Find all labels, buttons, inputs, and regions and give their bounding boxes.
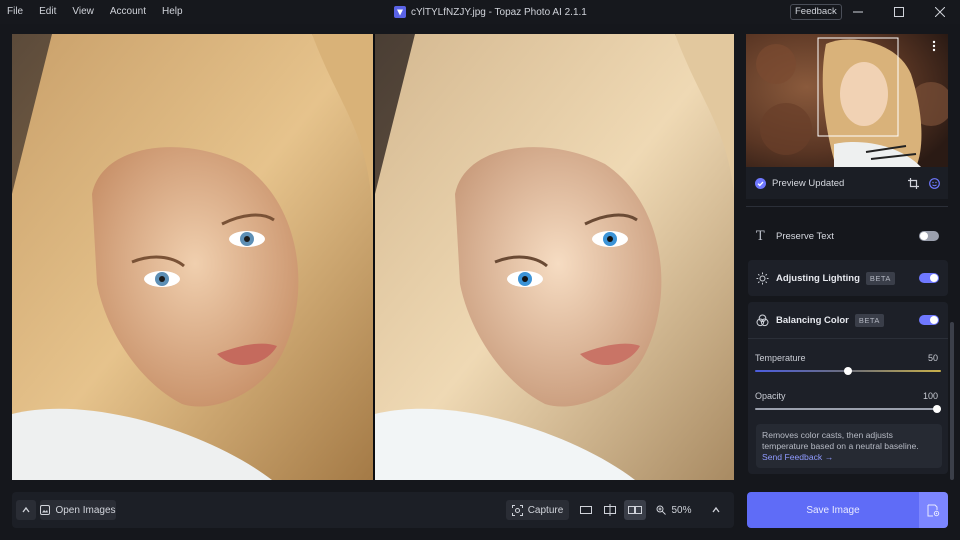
single-view-button[interactable] <box>576 500 596 520</box>
menu-file[interactable]: File <box>0 0 31 24</box>
preserve-text-row: T Preserve Text <box>748 218 948 254</box>
zoom-level: 50% <box>671 504 692 516</box>
single-view-icon <box>580 506 592 514</box>
close-button[interactable] <box>922 0 958 24</box>
menu-edit[interactable]: Edit <box>31 0 64 24</box>
right-panel: Preview Updated T Preserve Text Adjustin… <box>746 34 948 480</box>
save-image-button[interactable]: Save Image <box>747 492 919 528</box>
topaz-logo-icon <box>394 6 406 18</box>
capture-label: Capture <box>527 504 564 516</box>
sun-icon <box>756 272 769 284</box>
menu-account[interactable]: Account <box>102 0 154 24</box>
section-divider <box>746 206 948 207</box>
maximize-button[interactable] <box>881 0 917 24</box>
card-divider <box>748 338 948 339</box>
balance-beta-badge: BETA <box>854 313 884 327</box>
open-images-button[interactable]: Open Images <box>40 500 116 520</box>
preserve-text-label: Preserve Text <box>776 230 834 242</box>
opacity-slider-thumb[interactable] <box>933 405 941 413</box>
send-feedback-link[interactable]: Send Feedback → <box>762 452 936 463</box>
capture-icon <box>511 504 523 516</box>
split-view-button[interactable] <box>600 500 620 520</box>
enhanced-image <box>375 34 734 480</box>
close-icon <box>935 7 945 17</box>
collapse-button[interactable] <box>16 500 36 520</box>
temperature-label: Temperature <box>755 353 806 363</box>
face-icon[interactable] <box>929 177 940 189</box>
balancing-color-card: Balancing Color BETA Temperature 50 Opac… <box>748 302 948 474</box>
text-icon: T <box>756 228 765 244</box>
split-view-icon <box>604 504 616 516</box>
menu-help[interactable]: Help <box>154 0 191 24</box>
opacity-slider-track[interactable] <box>755 408 941 410</box>
title-bar: File Edit View Account Help cYlTYLfNZJY.… <box>0 0 960 24</box>
color-balance-icon <box>756 314 769 326</box>
preserve-text-toggle[interactable] <box>919 231 939 241</box>
export-settings-icon <box>927 504 940 516</box>
chevron-up-icon <box>712 506 720 513</box>
lighting-beta-badge: BETA <box>865 271 895 285</box>
menu-bar: File Edit View Account Help <box>0 0 191 24</box>
window-title-text: cYlTYLfNZJY.jpg - Topaz Photo AI 2.1.1 <box>411 6 587 18</box>
window-title: cYlTYLfNZJY.jpg - Topaz Photo AI 2.1.1 <box>394 0 587 24</box>
capture-button[interactable]: Capture <box>506 500 569 520</box>
preview-status-text: Preview Updated <box>772 177 845 189</box>
original-image <box>12 34 373 480</box>
zoom-icon <box>656 505 667 515</box>
zoom-menu-button[interactable] <box>706 500 726 520</box>
info-box: Removes color casts, then adjusts temper… <box>756 424 942 468</box>
minimize-icon <box>853 11 863 13</box>
temperature-slider-thumb[interactable] <box>844 367 852 375</box>
more-options-icon[interactable] <box>932 40 936 55</box>
save-options-button[interactable] <box>919 492 948 528</box>
balancing-color-label: Balancing Color <box>776 314 849 326</box>
bottom-toolbar: Open Images Capture 50% <box>12 492 734 528</box>
preview-status-bar: Preview Updated <box>746 167 948 199</box>
info-text: Removes color casts, then adjusts temper… <box>762 430 919 451</box>
balancing-color-toggle[interactable] <box>919 315 939 325</box>
opacity-label: Opacity <box>755 391 786 401</box>
adjusting-lighting-label: Adjusting Lighting <box>776 272 860 284</box>
panel-scrollbar[interactable] <box>950 322 954 480</box>
preview-thumbnail[interactable] <box>746 34 948 167</box>
image-icon <box>40 505 51 515</box>
side-by-side-button[interactable] <box>624 500 646 520</box>
adjusting-lighting-card: Adjusting Lighting BETA <box>748 260 948 296</box>
check-circle-icon <box>755 177 766 189</box>
opacity-value[interactable]: 100 <box>908 391 938 401</box>
zoom-control[interactable]: 50% <box>652 500 696 520</box>
feedback-button[interactable]: Feedback <box>790 4 842 20</box>
open-images-label: Open Images <box>55 504 116 516</box>
side-by-side-icon <box>628 506 642 514</box>
chevron-up-icon <box>22 506 30 513</box>
image-viewer[interactable] <box>12 34 734 480</box>
temperature-value[interactable]: 50 <box>908 353 938 363</box>
adjusting-lighting-toggle[interactable] <box>919 273 939 283</box>
minimize-button[interactable] <box>840 0 876 24</box>
crop-icon[interactable] <box>908 177 919 189</box>
menu-view[interactable]: View <box>64 0 102 24</box>
maximize-icon <box>894 7 904 17</box>
